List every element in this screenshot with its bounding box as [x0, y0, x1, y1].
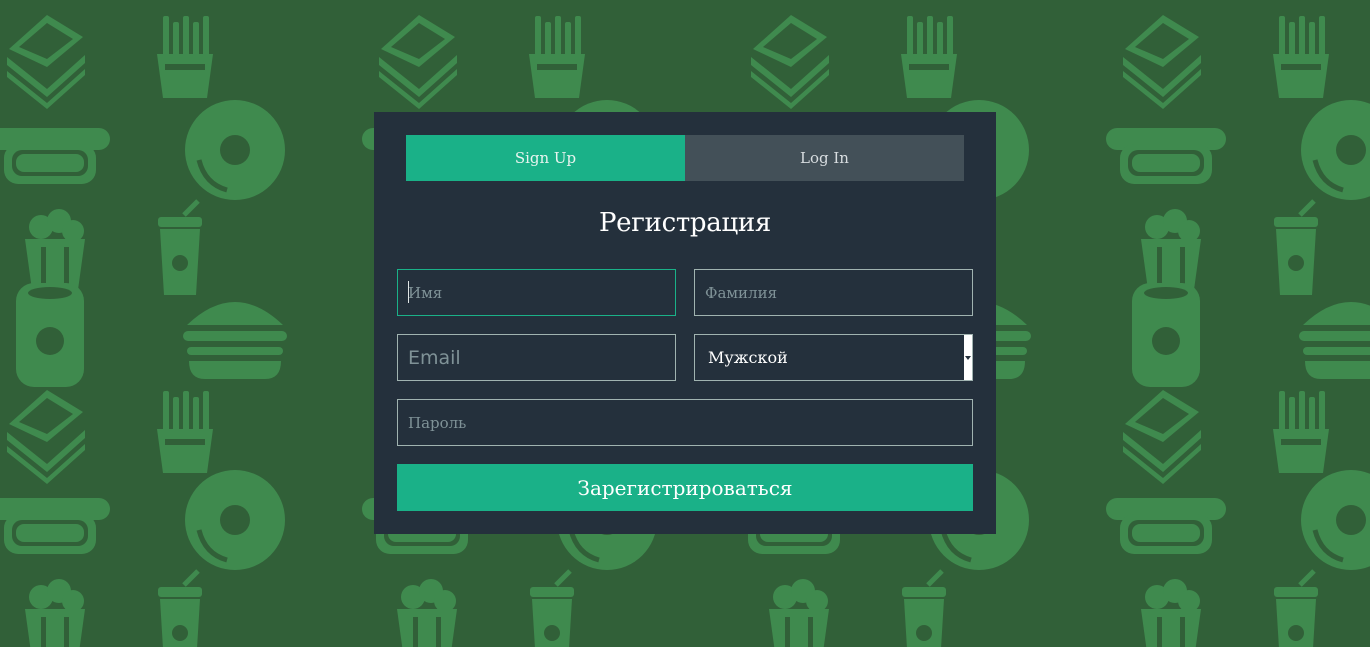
soda-cup-icon [158, 199, 202, 295]
burger-icon [1299, 302, 1370, 379]
donut-icon [1301, 470, 1370, 570]
gender-select-value: Мужской [708, 348, 788, 367]
signup-form-panel: Sign Up Log In Регистрация Мужской Зарег… [374, 112, 996, 534]
soda-can-icon [1132, 283, 1200, 387]
first-name-input[interactable] [397, 269, 676, 316]
email-input[interactable] [397, 334, 676, 381]
soda-cup-icon [1274, 569, 1318, 647]
soda-cup-icon [1274, 199, 1318, 295]
fries-icon [529, 16, 585, 98]
hotdog-icon [1106, 128, 1226, 184]
hotdog-icon [0, 498, 110, 554]
fries-icon [157, 391, 213, 473]
register-button[interactable]: Зарегистрироваться [397, 464, 973, 511]
burger-icon [183, 302, 287, 379]
auth-tabs: Sign Up Log In [406, 135, 964, 181]
tab-signup[interactable]: Sign Up [406, 135, 685, 181]
soda-cup-icon [530, 569, 574, 647]
sandwich-icon [7, 15, 85, 109]
sandwich-icon [1123, 390, 1201, 484]
hotdog-icon [1106, 498, 1226, 554]
sandwich-icon [1123, 15, 1201, 109]
gender-select[interactable]: Мужской [694, 334, 973, 381]
donut-icon [185, 100, 285, 200]
sandwich-icon [7, 390, 85, 484]
hotdog-icon [0, 128, 110, 184]
fries-icon [901, 16, 957, 98]
donut-icon [185, 470, 285, 570]
donut-icon [1301, 100, 1370, 200]
fries-icon [1273, 16, 1329, 98]
sandwich-icon [751, 15, 829, 109]
text-cursor [408, 281, 409, 303]
form-title: Регистрация [598, 208, 772, 238]
soda-can-icon [16, 283, 84, 387]
password-input[interactable] [397, 399, 973, 446]
popcorn-icon [1141, 579, 1201, 647]
chevron-down-icon[interactable] [964, 335, 972, 380]
soda-cup-icon [902, 569, 946, 647]
last-name-input[interactable] [694, 269, 973, 316]
popcorn-icon [397, 579, 457, 647]
tab-login[interactable]: Log In [685, 135, 964, 181]
popcorn-icon [25, 579, 85, 647]
fries-icon [157, 16, 213, 98]
soda-cup-icon [158, 569, 202, 647]
sandwich-icon [379, 15, 457, 109]
popcorn-icon [769, 579, 829, 647]
fries-icon [1273, 391, 1329, 473]
